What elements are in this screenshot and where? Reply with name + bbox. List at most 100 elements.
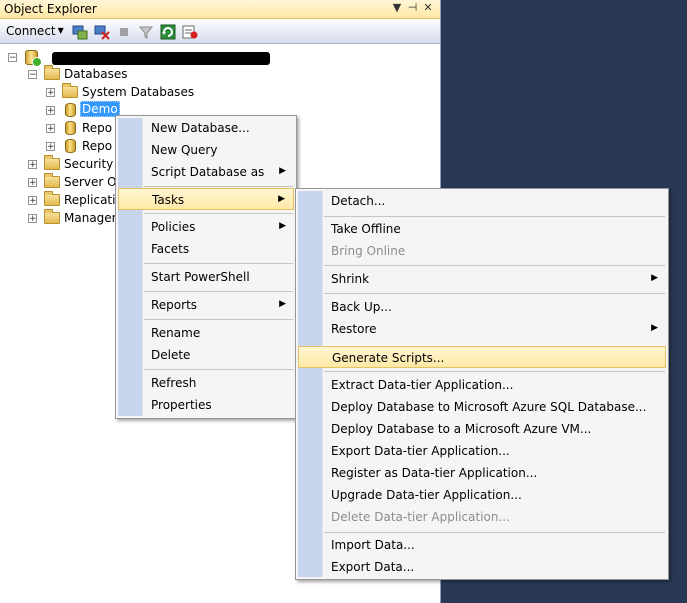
menu-item-label: Deploy Database to Microsoft Azure SQL D… xyxy=(331,400,647,414)
folder-icon xyxy=(44,155,60,170)
menu-item-label: Back Up... xyxy=(331,300,392,314)
tree-label: System Databases xyxy=(82,85,195,99)
folder-icon xyxy=(44,173,60,188)
tree-node-security[interactable]: + Security xyxy=(26,155,126,173)
expand-icon[interactable]: + xyxy=(46,124,55,134)
menu-item-generate-scripts[interactable]: Generate Scripts... xyxy=(298,346,666,368)
menu-item-label: Export Data-tier Application... xyxy=(331,444,510,458)
tree-label: Databases xyxy=(64,67,128,81)
tree-node-databases[interactable]: − Databases xyxy=(26,65,226,83)
tree-node-repo[interactable]: + Repo xyxy=(44,119,124,137)
menu-item-facets[interactable]: Facets xyxy=(118,238,294,260)
menu-item-label: Extract Data-tier Application... xyxy=(331,378,514,392)
menu-item-label: Rename xyxy=(151,326,201,340)
expand-icon[interactable]: + xyxy=(46,142,55,152)
folder-icon xyxy=(44,65,60,80)
menu-item-label: Script Database as xyxy=(151,165,265,179)
menu-separator xyxy=(144,186,293,187)
menu-item-policies[interactable]: Policies ▶ xyxy=(118,216,294,238)
menu-item-register-data-tier-application[interactable]: Register as Data-tier Application... xyxy=(298,462,666,484)
menu-item-label: Reports xyxy=(151,298,198,312)
menu-item-label: Export Data... xyxy=(331,560,415,574)
expand-icon[interactable]: + xyxy=(28,178,37,188)
redacted-server-name xyxy=(52,52,270,65)
folder-icon xyxy=(62,83,78,98)
menu-item-tasks[interactable]: Tasks ▶ xyxy=(118,188,294,210)
menu-item-label: Facets xyxy=(151,242,190,256)
folder-icon xyxy=(44,209,60,224)
menu-item-back-up[interactable]: Back Up... xyxy=(298,296,666,318)
menu-item-label: Import Data... xyxy=(331,538,415,552)
menu-item-label: Policies xyxy=(151,220,196,234)
collapse-icon[interactable]: − xyxy=(28,70,37,80)
menu-item-shrink[interactable]: Shrink ▶ xyxy=(298,268,666,290)
menu-item-rename[interactable]: Rename xyxy=(118,322,294,344)
menu-item-delete-data-tier-application: Delete Data-tier Application... xyxy=(298,506,666,528)
menu-item-reports[interactable]: Reports ▶ xyxy=(118,294,294,316)
expand-icon[interactable]: + xyxy=(28,196,37,206)
menu-item-bring-online: Bring Online xyxy=(298,240,666,262)
menu-separator xyxy=(144,263,293,264)
tree-node-server-objects[interactable]: + Server Ob xyxy=(26,173,126,191)
dropdown-icon[interactable]: ▼ xyxy=(391,1,403,14)
menu-separator xyxy=(324,371,665,372)
menu-item-extract-data-tier-application[interactable]: Extract Data-tier Application... xyxy=(298,374,666,396)
menu-item-export-data-tier-application[interactable]: Export Data-tier Application... xyxy=(298,440,666,462)
menu-item-label: Detach... xyxy=(331,194,386,208)
menu-separator xyxy=(324,293,665,294)
tree-label: Replicatio xyxy=(64,193,123,207)
menu-item-label: Restore xyxy=(331,322,377,336)
menu-item-start-powershell[interactable]: Start PowerShell xyxy=(118,266,294,288)
menu-separator xyxy=(324,216,665,217)
menu-item-label: Refresh xyxy=(151,376,197,390)
tree-node-repo[interactable]: + Repo xyxy=(44,137,124,155)
activity-monitor-icon[interactable] xyxy=(182,24,198,40)
menu-item-delete[interactable]: Delete xyxy=(118,344,294,366)
database-context-menu: New Database... New Query Script Databas… xyxy=(115,115,297,419)
connect-button[interactable]: Connect ▼ xyxy=(6,24,64,38)
submenu-arrow-icon: ▶ xyxy=(278,194,285,204)
menu-item-refresh[interactable]: Refresh xyxy=(118,372,294,394)
connect-object-explorer-icon[interactable] xyxy=(72,24,88,40)
menu-separator xyxy=(324,265,665,266)
close-icon[interactable]: ✕ xyxy=(422,1,434,14)
menu-item-label: Delete Data-tier Application... xyxy=(331,510,510,524)
window-buttons: ▼ ⊣ ✕ xyxy=(391,1,434,14)
stop-icon[interactable] xyxy=(116,24,132,40)
menu-item-new-database[interactable]: New Database... xyxy=(118,117,294,139)
collapse-icon[interactable]: − xyxy=(8,53,17,63)
refresh-icon[interactable] xyxy=(160,24,176,40)
tree-label: Security xyxy=(64,157,114,171)
menu-item-take-offline[interactable]: Take Offline xyxy=(298,218,666,240)
server-icon xyxy=(25,50,42,67)
tree-label: Repo xyxy=(82,139,113,153)
menu-separator xyxy=(144,319,293,320)
submenu-arrow-icon: ▶ xyxy=(651,323,658,333)
menu-item-deploy-azure-vm[interactable]: Deploy Database to a Microsoft Azure VM.… xyxy=(298,418,666,440)
tree-node-management[interactable]: + Managem xyxy=(26,209,126,227)
menu-item-export-data[interactable]: Export Data... xyxy=(298,556,666,578)
database-icon xyxy=(65,103,76,117)
menu-item-restore[interactable]: Restore ▶ xyxy=(298,318,666,340)
submenu-arrow-icon: ▶ xyxy=(651,273,658,283)
expand-icon[interactable]: + xyxy=(46,106,55,116)
disconnect-icon[interactable] xyxy=(94,24,110,40)
menu-item-script-database-as[interactable]: Script Database as ▶ xyxy=(118,161,294,183)
database-icon xyxy=(65,121,76,135)
pin-icon[interactable]: ⊣ xyxy=(407,1,419,14)
expand-icon[interactable]: + xyxy=(28,160,37,170)
tree-node-system-databases[interactable]: + System Databases xyxy=(44,83,244,101)
tree-node-replication[interactable]: + Replicatio xyxy=(26,191,126,209)
menu-item-upgrade-data-tier-application[interactable]: Upgrade Data-tier Application... xyxy=(298,484,666,506)
expand-icon[interactable]: + xyxy=(28,214,37,224)
expand-icon[interactable]: + xyxy=(46,88,55,98)
menu-item-detach[interactable]: Detach... xyxy=(298,190,666,212)
submenu-arrow-icon: ▶ xyxy=(279,166,286,176)
menu-item-new-query[interactable]: New Query xyxy=(118,139,294,161)
filter-icon[interactable] xyxy=(138,24,154,40)
menu-item-import-data[interactable]: Import Data... xyxy=(298,534,666,556)
menu-item-deploy-azure-sql[interactable]: Deploy Database to Microsoft Azure SQL D… xyxy=(298,396,666,418)
menu-separator xyxy=(144,291,293,292)
submenu-arrow-icon: ▶ xyxy=(279,221,286,231)
menu-item-properties[interactable]: Properties xyxy=(118,394,294,416)
